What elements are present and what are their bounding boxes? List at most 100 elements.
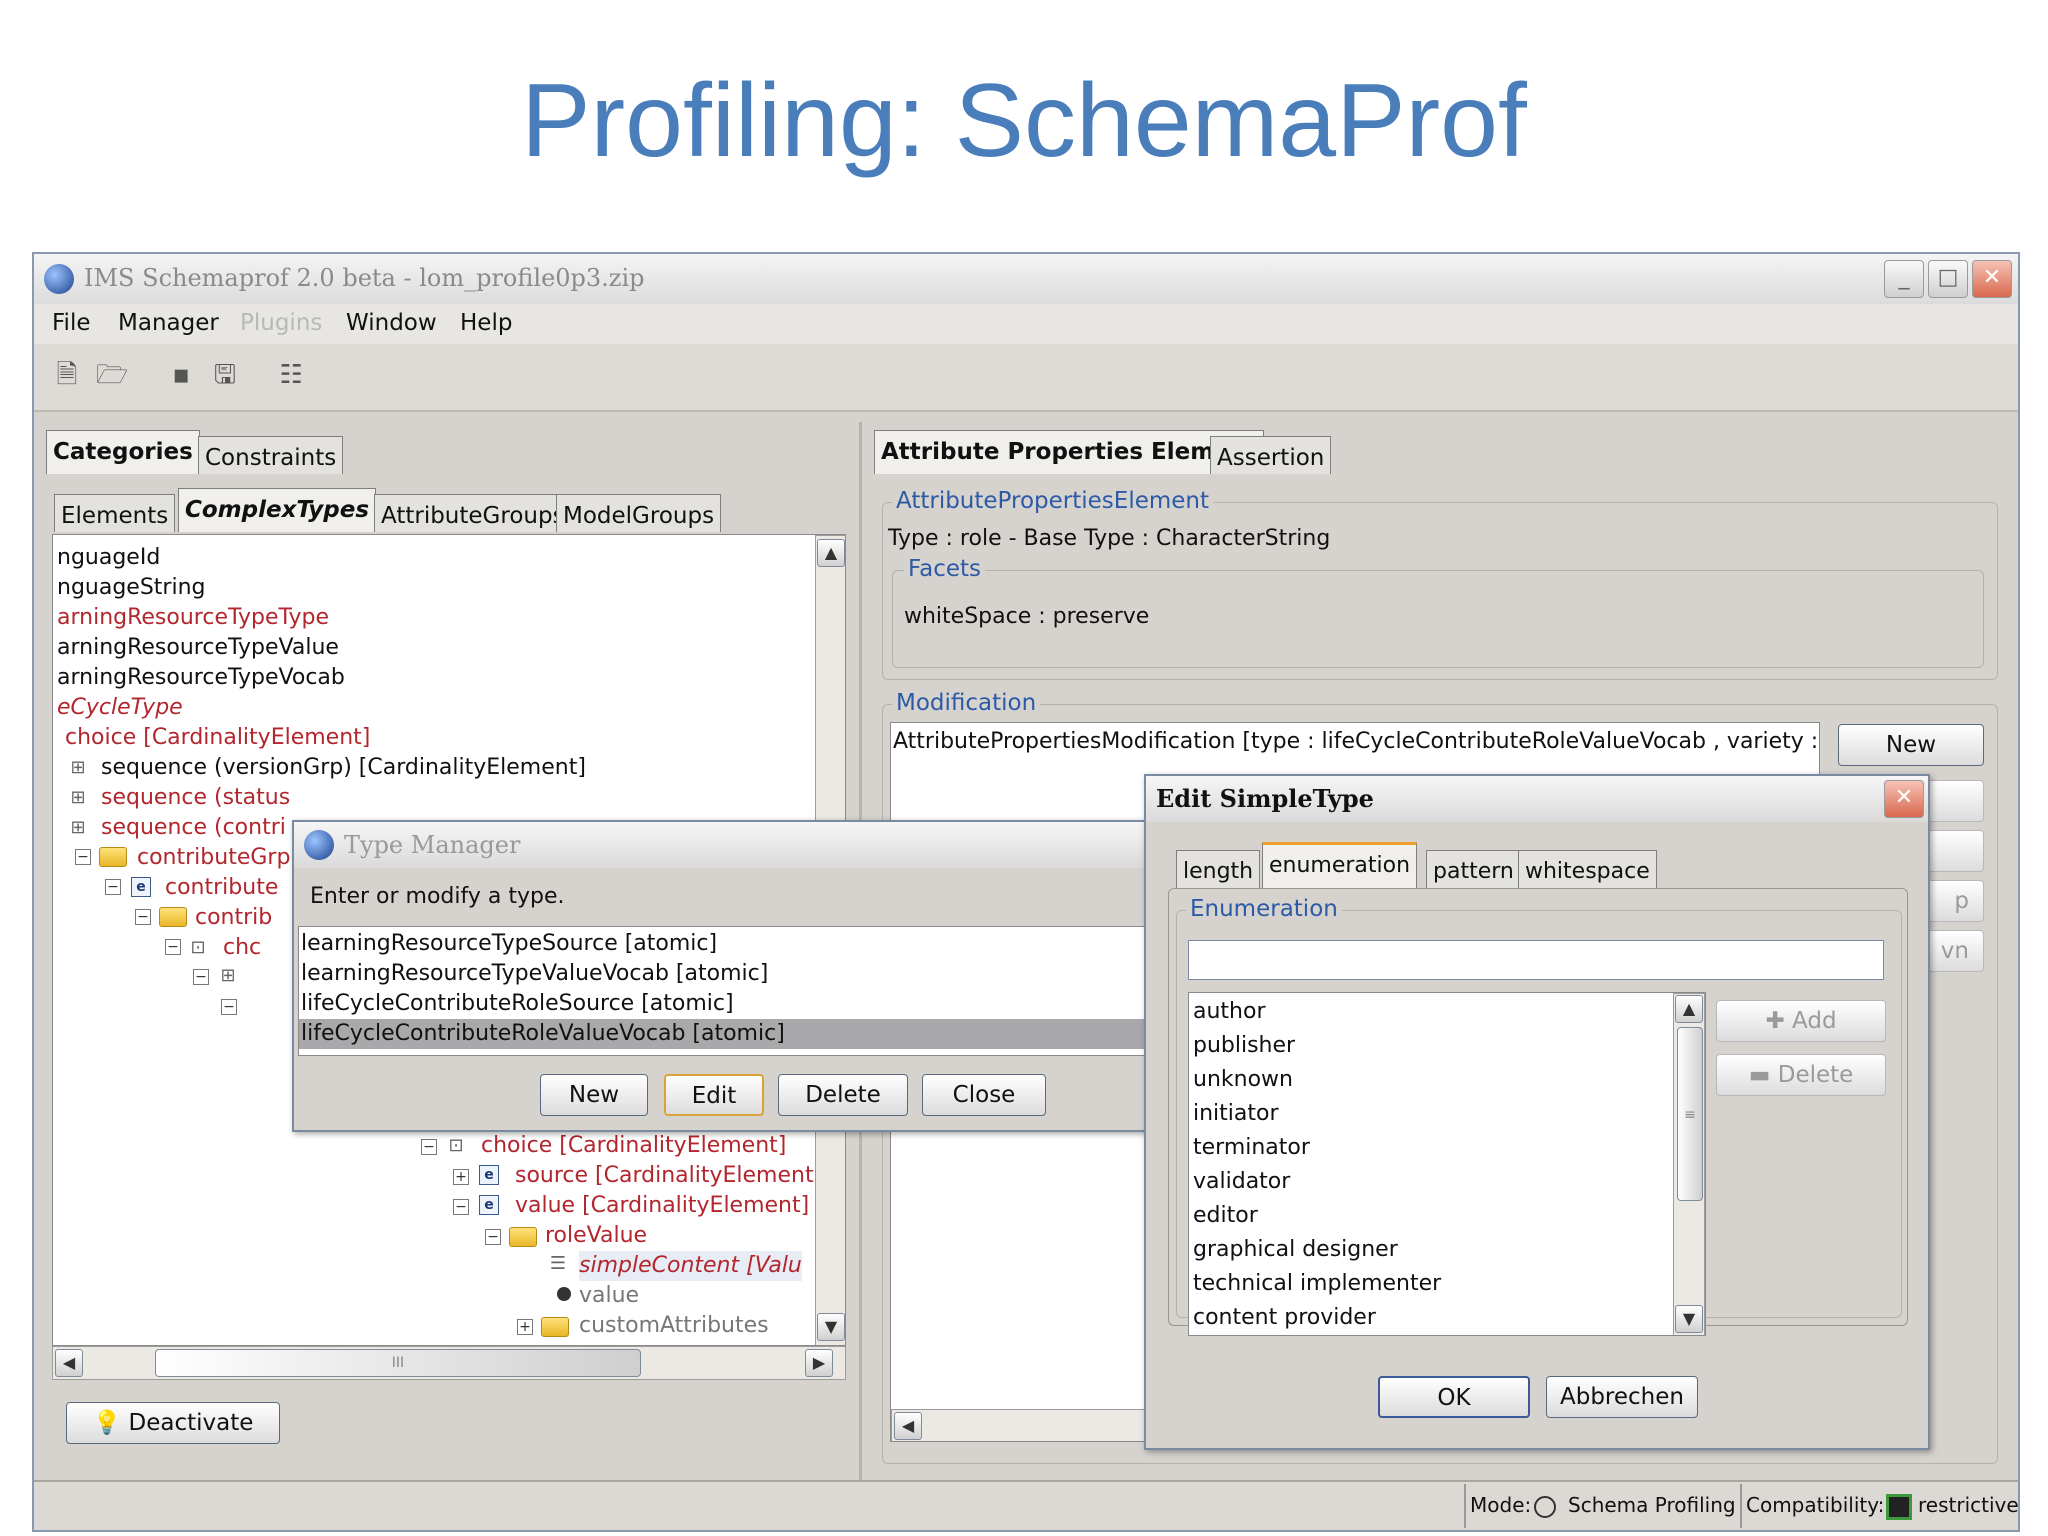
tree-row[interactable]: customAttributes	[579, 1311, 769, 1341]
tab-elements[interactable]: Elements	[54, 494, 176, 532]
collapse-toggle-icon[interactable]: −	[135, 909, 151, 925]
close-button[interactable]: ✕	[1972, 260, 2012, 298]
ok-button[interactable]: OK	[1378, 1376, 1530, 1418]
collapse-toggle-icon[interactable]: −	[421, 1139, 437, 1155]
tree-row[interactable]: value [CardinalityElement]	[515, 1191, 809, 1221]
collapse-toggle-icon[interactable]: −	[105, 879, 121, 895]
maximize-button[interactable]: □	[1928, 260, 1968, 298]
scroll-right-icon[interactable]: ▶	[805, 1349, 833, 1377]
enum-value[interactable]: technical implementer	[1193, 1269, 1441, 1299]
tree-row[interactable]: contribute	[165, 873, 278, 903]
scroll-up-icon[interactable]: ▲	[1675, 995, 1703, 1023]
enum-value[interactable]: editor	[1193, 1201, 1258, 1231]
tab-complextypes[interactable]: ComplexTypes	[178, 488, 377, 532]
enum-value[interactable]: graphical designer	[1193, 1235, 1398, 1265]
expand-toggle-icon[interactable]: +	[517, 1319, 533, 1335]
scroll-up-icon[interactable]: ▲	[817, 539, 845, 567]
tree-row[interactable]: roleValue	[545, 1221, 647, 1251]
enum-value[interactable]: author	[1193, 997, 1266, 1027]
menu-plugins[interactable]: Plugins	[240, 310, 322, 336]
collapse-toggle-icon[interactable]: −	[221, 999, 237, 1015]
tree-row[interactable]: source [CardinalityElement]	[515, 1161, 822, 1191]
collapse-toggle-icon[interactable]: −	[165, 939, 181, 955]
enumeration-input[interactable]	[1188, 940, 1884, 980]
tree-row[interactable]: choice [CardinalityElement]	[481, 1131, 786, 1161]
enum-value[interactable]: unknown	[1193, 1065, 1293, 1095]
dialog-close-icon[interactable]: ✕	[1884, 780, 1924, 818]
tree-row[interactable]: contrib	[195, 903, 272, 933]
tab-whitespace[interactable]: whitespace	[1518, 850, 1657, 888]
type-list-item[interactable]: lifeCycleContributeRoleSource [atomic]	[301, 989, 734, 1019]
new-modification-button[interactable]: New	[1838, 724, 1984, 766]
type-list-item[interactable]: learningResourceTypeValueVocab [atomic]	[301, 959, 768, 989]
slide-title: Profiling: SchemaProf	[521, 63, 1527, 179]
menu-help[interactable]: Help	[460, 310, 512, 336]
compat-value: restrictive	[1918, 1493, 2019, 1517]
tab-attribute-properties-element[interactable]: Attribute Properties Element	[874, 430, 1265, 474]
tree-row[interactable]: contributeGrp	[137, 843, 290, 873]
modification-item[interactable]: AttributePropertiesModification [type : …	[893, 727, 1819, 757]
delete-button[interactable]: ▬ Delete	[1716, 1054, 1886, 1096]
enum-value[interactable]: terminator	[1193, 1133, 1310, 1163]
deactivate-button[interactable]: 💡 Deactivate	[66, 1402, 280, 1444]
enum-value[interactable]: initiator	[1193, 1099, 1279, 1129]
add-button[interactable]: ✚ Add	[1716, 1000, 1886, 1042]
enum-value[interactable]: validator	[1193, 1167, 1290, 1197]
tree-hscrollbar[interactable]: ◀ III ▶	[52, 1346, 846, 1380]
tree-row[interactable]: value	[579, 1281, 639, 1311]
type-edit-button[interactable]: Edit	[664, 1074, 764, 1116]
enum-value[interactable]: content provider	[1193, 1303, 1376, 1333]
save-icon[interactable]: ▪	[166, 360, 196, 390]
enum-value[interactable]: publisher	[1193, 1031, 1295, 1061]
tree-row[interactable]: simpleContent [Valu	[579, 1251, 802, 1281]
edit-simpletype-titlebar[interactable]: Edit SimpleType ✕	[1146, 776, 1928, 822]
tree-row[interactable]: sequence (contri	[101, 813, 286, 843]
collapse-toggle-icon[interactable]: −	[75, 849, 91, 865]
hscroll-thumb[interactable]: III	[155, 1349, 641, 1377]
type-close-button[interactable]: Close	[922, 1074, 1046, 1116]
tree-row[interactable]: eCycleType	[57, 693, 183, 723]
type-delete-button[interactable]: Delete	[778, 1074, 908, 1116]
cancel-button[interactable]: Abbrechen	[1546, 1376, 1698, 1418]
menu-window[interactable]: Window	[346, 310, 437, 336]
window-titlebar[interactable]: IMS Schemaprof 2.0 beta - lom_profile0p3…	[34, 254, 2018, 304]
menu-file[interactable]: File	[52, 310, 91, 336]
tab-constraints[interactable]: Constraints	[198, 436, 344, 474]
type-list-item-selected[interactable]: lifeCycleContributeRoleValueVocab [atomi…	[299, 1019, 1161, 1049]
menu-manager[interactable]: Manager	[118, 310, 219, 336]
scroll-down-icon[interactable]: ▼	[1675, 1305, 1703, 1333]
scroll-left-icon[interactable]: ◀	[55, 1349, 83, 1377]
tab-pattern[interactable]: pattern	[1426, 850, 1521, 888]
tree-row[interactable]: nguageId	[57, 543, 160, 573]
tab-attributegroups[interactable]: AttributeGroups	[374, 494, 572, 532]
tree-row[interactable]: chc	[223, 933, 261, 963]
type-list-item[interactable]: learningResourceTypeSource [atomic]	[301, 929, 717, 959]
save-all-icon[interactable]: 🖫	[210, 360, 240, 390]
minimize-button[interactable]: _	[1884, 260, 1924, 298]
tree-row[interactable]: arningResourceTypeVocab	[57, 663, 345, 693]
tab-categories[interactable]: Categories	[46, 430, 200, 474]
tab-enumeration[interactable]: enumeration	[1262, 842, 1418, 888]
collapse-toggle-icon[interactable]: −	[453, 1199, 469, 1215]
tab-length[interactable]: length	[1176, 850, 1261, 888]
type-manager-dialog: Type Manager Enter or modify a type. lea…	[292, 820, 1162, 1132]
type-new-button[interactable]: New	[540, 1074, 648, 1116]
tree-row[interactable]: nguageString	[57, 573, 206, 603]
collapse-toggle-icon[interactable]: −	[193, 969, 209, 985]
expand-toggle-icon[interactable]: +	[453, 1169, 469, 1185]
tree-row[interactable]: arningResourceTypeType	[57, 603, 329, 633]
scroll-down-icon[interactable]: ▼	[817, 1313, 845, 1341]
tree-view-icon[interactable]: ☷	[276, 360, 306, 390]
open-folder-icon[interactable]: 🗁	[96, 360, 128, 390]
type-manager-titlebar[interactable]: Type Manager	[294, 822, 1160, 868]
tab-modelgroups[interactable]: ModelGroups	[556, 494, 722, 532]
scroll-left-icon[interactable]: ◀	[894, 1412, 922, 1440]
tree-row[interactable]: sequence (status	[101, 783, 290, 813]
new-document-icon[interactable]: 🗎	[52, 360, 82, 390]
tab-assertion[interactable]: Assertion	[1210, 436, 1332, 474]
collapse-toggle-icon[interactable]: −	[485, 1229, 501, 1245]
enum-scroll-thumb[interactable]: ≡	[1677, 1027, 1703, 1201]
tree-row[interactable]: sequence (versionGrp) [CardinalityElemen…	[101, 753, 586, 783]
tree-row[interactable]: choice [CardinalityElement]	[65, 723, 370, 753]
tree-row[interactable]: arningResourceTypeValue	[57, 633, 339, 663]
